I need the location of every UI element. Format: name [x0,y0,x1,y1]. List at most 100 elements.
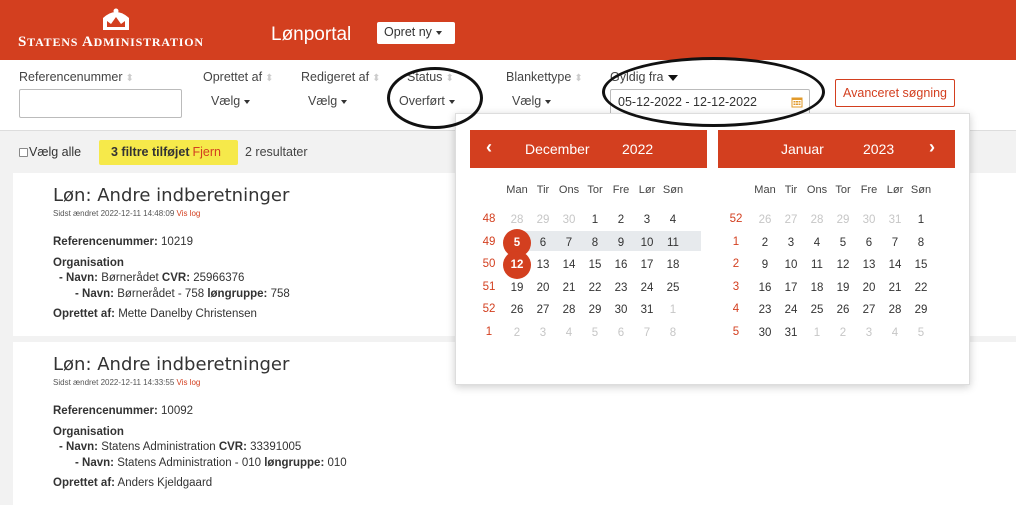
calendar-day[interactable]: 10 [779,255,803,275]
calendar-day[interactable]: 29 [909,300,933,320]
calendar-day[interactable]: 18 [661,255,685,275]
calendar-day[interactable]: 6 [857,233,881,253]
calendar-day[interactable]: 14 [557,255,581,275]
edited-by-select[interactable]: Vælg [308,94,348,108]
form-type-filter-label[interactable]: Blankettype ⬍ [506,70,583,84]
calendar-day[interactable]: 30 [557,210,581,230]
calendar-day[interactable]: 28 [557,300,581,320]
calendar-day[interactable]: 29 [531,210,555,230]
calendar-day[interactable]: 5 [909,323,933,343]
calendar-day[interactable]: 10 [635,233,659,253]
calendar-day[interactable]: 22 [583,278,607,298]
created-by-filter-label[interactable]: Oprettet af ⬍ [203,70,273,84]
reference-input[interactable] [19,89,182,118]
calendar-day[interactable]: 11 [661,233,685,253]
calendar-day[interactable]: 31 [883,210,907,230]
calendar-day[interactable]: 12 [831,255,855,275]
calendar-day[interactable]: 12 [505,255,529,275]
calendar-day[interactable]: 9 [609,233,633,253]
edited-by-filter-label[interactable]: Redigeret af ⬍ [301,70,381,84]
calendar-day[interactable]: 23 [609,278,633,298]
calendar-day[interactable]: 11 [805,255,829,275]
calendar-day[interactable]: 20 [857,278,881,298]
calendar-day[interactable]: 5 [831,233,855,253]
calendar-day[interactable]: 1 [805,323,829,343]
advanced-search-button[interactable]: Avanceret søgning [835,79,955,107]
calendar-day[interactable]: 17 [635,255,659,275]
calendar-day[interactable]: 13 [857,255,881,275]
calendar-day[interactable]: 5 [583,323,607,343]
calendar-day[interactable]: 13 [531,255,555,275]
calendar-day[interactable]: 31 [779,323,803,343]
calendar-day[interactable]: 24 [635,278,659,298]
calendar-day[interactable]: 29 [583,300,607,320]
calendar-day[interactable]: 15 [583,255,607,275]
calendar-day[interactable]: 17 [779,278,803,298]
calendar-day[interactable]: 24 [779,300,803,320]
calendar-day[interactable]: 1 [661,300,685,320]
select-all-checkbox[interactable] [19,148,28,157]
calendar-day[interactable]: 31 [635,300,659,320]
calendar-day[interactable]: 6 [531,233,555,253]
calendar-day[interactable]: 30 [609,300,633,320]
calendar-day[interactable]: 21 [883,278,907,298]
calendar-day[interactable]: 26 [831,300,855,320]
view-log-link[interactable]: Vis log [177,209,201,218]
view-log-link[interactable]: Vis log [177,378,201,387]
calendar-day[interactable]: 14 [883,255,907,275]
select-all-label[interactable]: Vælg alle [29,145,81,159]
calendar-day[interactable]: 28 [883,300,907,320]
calendar-day[interactable]: 25 [805,300,829,320]
calendar-day[interactable]: 8 [909,233,933,253]
calendar-day[interactable]: 3 [635,210,659,230]
calendar-day[interactable]: 7 [635,323,659,343]
calendar-day[interactable]: 2 [609,210,633,230]
calendar-day[interactable]: 3 [857,323,881,343]
calendar-day[interactable]: 4 [661,210,685,230]
calendar-day[interactable]: 8 [661,323,685,343]
calendar-day[interactable]: 21 [557,278,581,298]
calendar-day[interactable]: 6 [609,323,633,343]
created-by-select[interactable]: Vælg [211,94,251,108]
next-month-icon[interactable]: › [929,137,935,158]
create-new-button[interactable]: Opret ny [377,22,455,44]
calendar-day[interactable]: 1 [583,210,607,230]
calendar-day[interactable]: 23 [753,300,777,320]
calendar-day[interactable]: 27 [779,210,803,230]
calendar-day[interactable]: 20 [531,278,555,298]
calendar-day[interactable]: 7 [557,233,581,253]
remove-filters-link[interactable]: Fjern [192,145,220,159]
calendar-day[interactable]: 1 [909,210,933,230]
calendar-day[interactable]: 2 [831,323,855,343]
calendar-day[interactable]: 29 [831,210,855,230]
prev-month-icon[interactable]: ‹ [486,137,492,158]
calendar-day[interactable]: 16 [609,255,633,275]
calendar-day[interactable]: 3 [779,233,803,253]
reference-filter-label[interactable]: Referencenummer ⬍ [19,70,134,84]
calendar-day[interactable]: 30 [857,210,881,230]
calendar-day[interactable]: 9 [753,255,777,275]
calendar-day[interactable]: 28 [805,210,829,230]
calendar-day[interactable]: 16 [753,278,777,298]
calendar-day[interactable]: 5 [505,233,529,253]
calendar-day[interactable]: 8 [583,233,607,253]
calendar-day[interactable]: 27 [857,300,881,320]
calendar-day[interactable]: 2 [753,233,777,253]
calendar-day[interactable]: 4 [883,323,907,343]
calendar-day[interactable]: 7 [883,233,907,253]
card-title[interactable]: Løn: Andre indberetninger [53,185,289,206]
calendar-day[interactable]: 4 [805,233,829,253]
calendar-day[interactable]: 15 [909,255,933,275]
calendar-day[interactable]: 30 [753,323,777,343]
calendar-day[interactable]: 19 [831,278,855,298]
calendar-day[interactable]: 18 [805,278,829,298]
calendar-day[interactable]: 25 [661,278,685,298]
calendar-day[interactable]: 4 [557,323,581,343]
calendar-day[interactable]: 27 [531,300,555,320]
calendar-day[interactable]: 19 [505,278,529,298]
calendar-day[interactable]: 2 [505,323,529,343]
calendar-day[interactable]: 22 [909,278,933,298]
card-title[interactable]: Løn: Andre indberetninger [53,354,289,375]
calendar-day[interactable]: 28 [505,210,529,230]
calendar-day[interactable]: 26 [505,300,529,320]
